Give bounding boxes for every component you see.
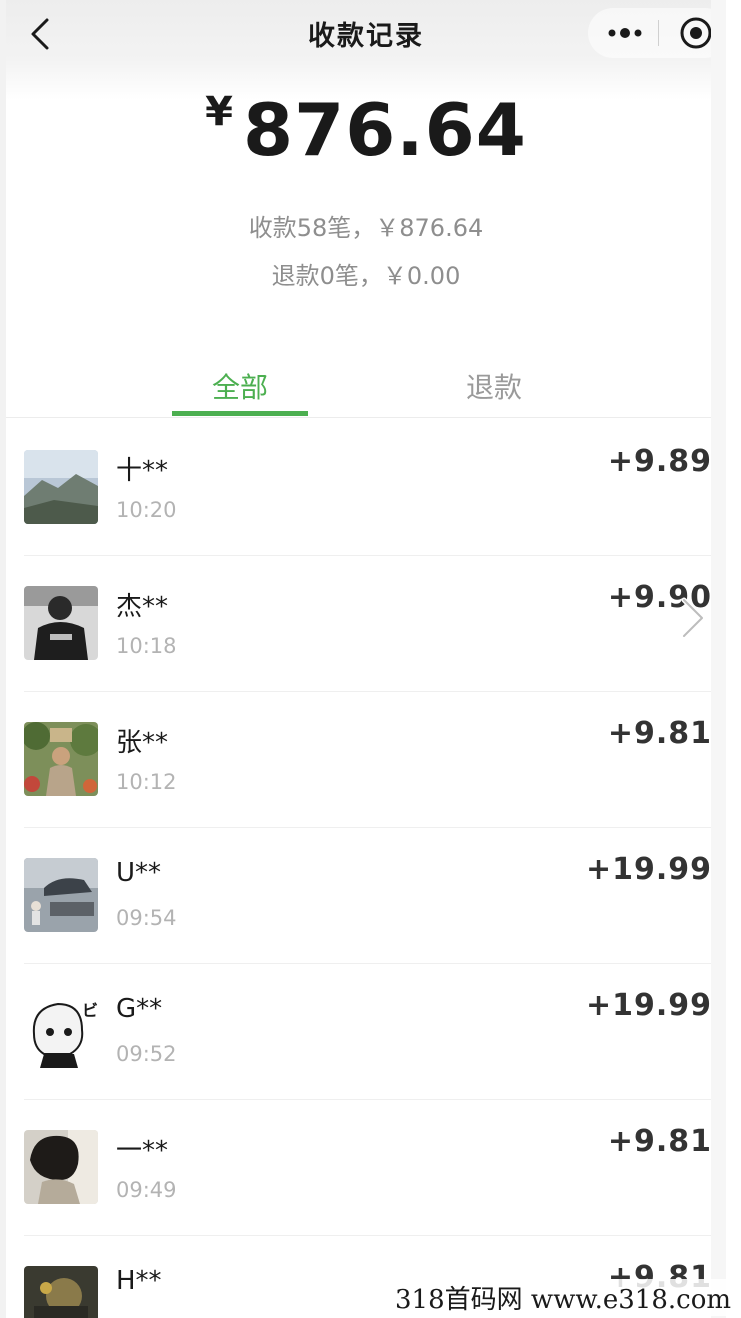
payer-name: H** [116,1266,162,1296]
payment-time: 09:49 [116,1178,177,1202]
payer-name: 十** [116,456,169,486]
list-item[interactable]: U** 09:54 +19.99 [6,828,726,964]
tab-all[interactable]: 全部 [172,366,308,406]
payment-amount: +9.89 [607,444,712,479]
more-button[interactable] [602,16,648,50]
payment-amount: +19.99 [585,988,712,1023]
garden-avatar [24,722,98,796]
landscape-avatar [24,450,98,524]
mini-program-capsule [588,8,726,58]
chevron-right-icon[interactable] [678,596,708,640]
payment-amount: +9.81 [607,716,712,751]
nav-bar: 收款记录 [6,0,726,100]
active-tab-indicator [172,411,308,416]
svg-text:ビ: ビ [82,1001,98,1020]
list-item[interactable]: 杰** 10:18 +9.90 [6,556,726,692]
payment-amount: +19.99 [585,852,712,887]
payment-time: 09:52 [116,1042,177,1066]
payment-amount: +9.81 [607,1124,712,1159]
hair-avatar [24,1130,98,1204]
payment-time: 10:20 [116,498,177,522]
capsule-divider [658,20,659,46]
list-item[interactable]: 张** 10:12 +9.81 [6,692,726,828]
target-close-icon [680,17,712,49]
payer-name: 张** [116,728,169,758]
payer-name: 一** [116,1136,169,1166]
refund-summary: 退款0笔，￥0.00 [271,262,461,290]
tab-refund[interactable]: 退款 [426,366,562,406]
payment-time: 09:54 [116,906,177,930]
currency-symbol: ¥ [205,89,233,135]
list-item[interactable]: 一** 09:49 +9.81 [6,1100,726,1236]
payer-name: U** [116,858,162,888]
more-dots-icon [608,28,642,38]
anime-avatar: ビ [24,994,98,1068]
right-edge [711,0,726,1318]
payer-name: 杰** [116,592,169,622]
payment-time: 10:12 [116,770,177,794]
payer-name: G** [116,994,163,1024]
filter-tabs: 全部 退款 [6,356,726,418]
received-summary: 收款58笔，￥876.64 [248,214,484,242]
site-watermark: 318首码网 www.e318.com [391,1279,735,1316]
list-item[interactable]: ビ G** 09:52 +19.99 [6,964,726,1100]
car-avatar [24,858,98,932]
close-button[interactable] [676,16,716,50]
payment-time: 10:18 [116,634,177,658]
total-amount: ¥876.64 [6,88,726,172]
list-item[interactable]: 十** 10:20 +9.89 [6,420,726,556]
total-value: 876.64 [243,88,527,172]
payment-records-page: 收款记录 ¥876.64 收款58笔，￥876.64 退款0笔，￥0.00 全部… [6,0,726,1318]
dark-avatar [24,1266,98,1318]
person-bw-avatar [24,586,98,660]
